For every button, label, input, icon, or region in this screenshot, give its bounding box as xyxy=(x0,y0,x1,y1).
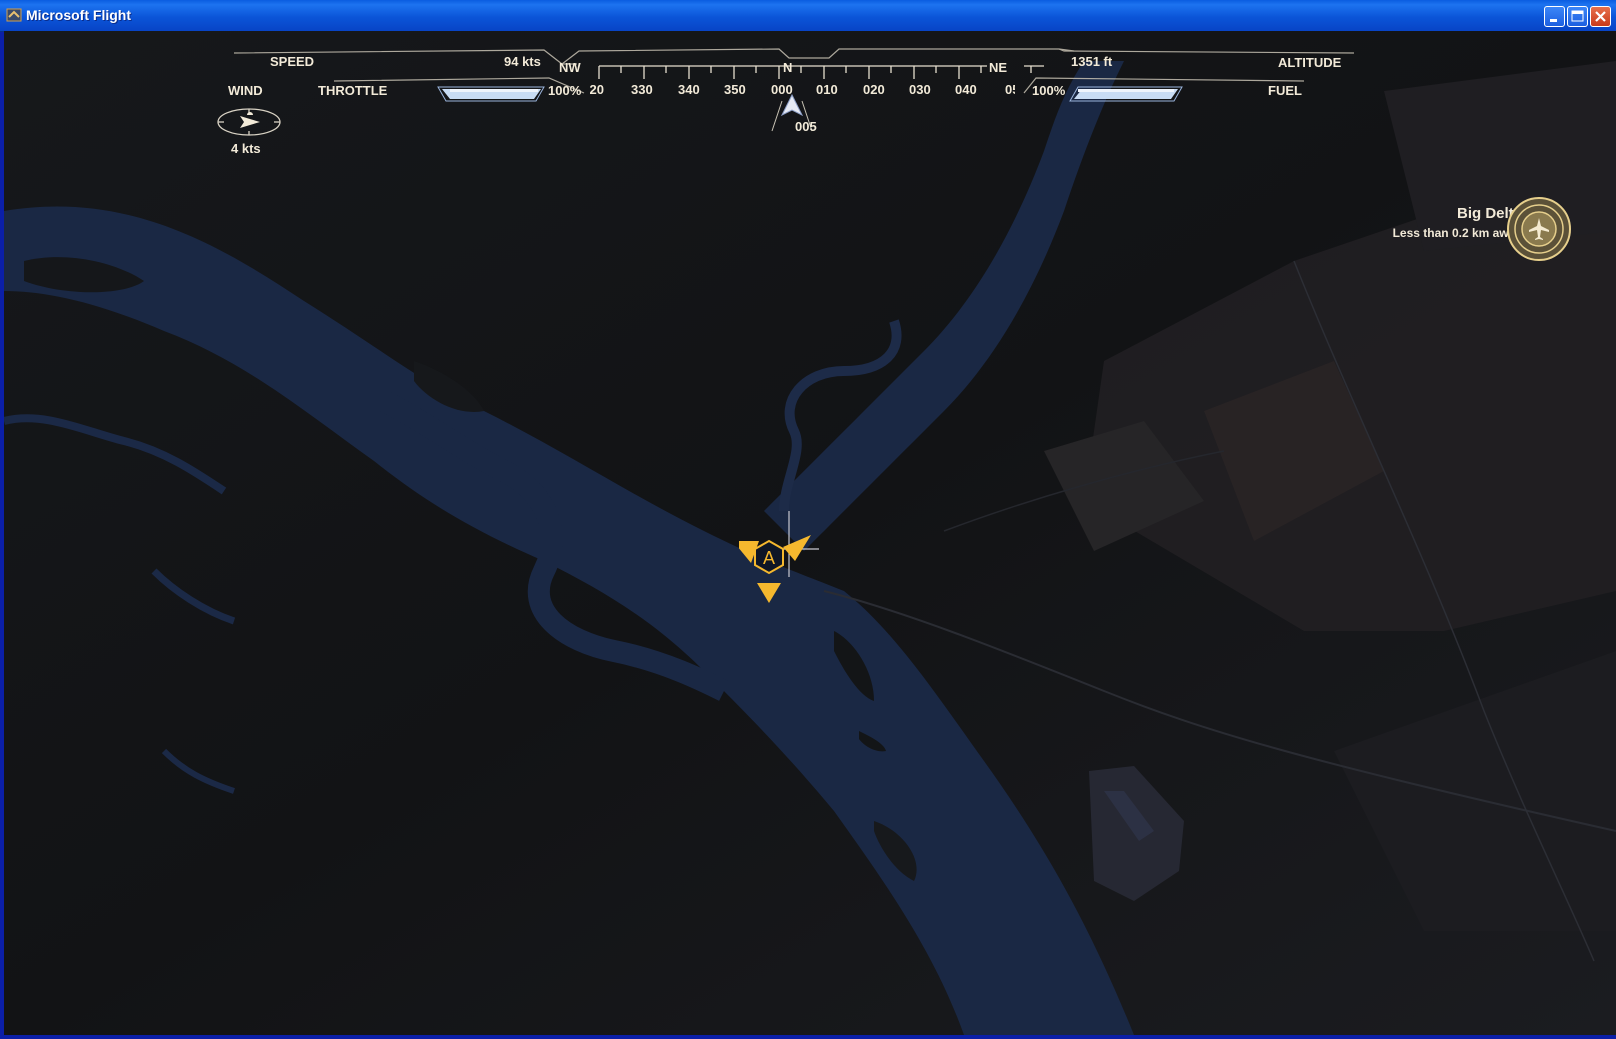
compass-tick-350: 350 xyxy=(724,82,746,97)
title-bar[interactable]: Microsoft Flight xyxy=(0,0,1616,32)
throttle-value: 100% xyxy=(548,83,582,98)
heading-value: 005 xyxy=(795,119,817,134)
map-viewport[interactable]: SPEED 94 kts WIND THROTTLE 100% NW N NE … xyxy=(4,31,1616,1035)
compass-tick-040: 040 xyxy=(955,82,977,97)
altitude-value: 1351 ft xyxy=(1071,54,1113,69)
compass-tick-010: 010 xyxy=(816,82,838,97)
aircraft-position-icon[interactable]: A xyxy=(739,511,849,621)
wind-label: WIND xyxy=(228,83,263,98)
throttle-label: THROTTLE xyxy=(318,83,388,98)
wind-value: 4 kts xyxy=(231,141,261,156)
destination-distance: Less than 0.2 km away xyxy=(1392,226,1522,240)
compass-tick-320: 320 xyxy=(590,82,604,97)
minimize-icon xyxy=(1550,19,1557,22)
airport-icon[interactable] xyxy=(1506,196,1572,262)
compass-tick-050: 050 xyxy=(1005,82,1015,97)
throttle-bar xyxy=(437,86,545,102)
altitude-label: ALTITUDE xyxy=(1278,55,1342,70)
minimize-button[interactable] xyxy=(1544,6,1565,27)
fuel-label: FUEL xyxy=(1268,83,1302,98)
compass-nw: NW xyxy=(559,60,581,75)
aircraft-marker-letter: A xyxy=(763,548,775,568)
window-title: Microsoft Flight xyxy=(26,7,131,23)
fuel-value: 100% xyxy=(1032,83,1066,98)
app-window: Microsoft Flight SPEED 94 kts WIND THROT… xyxy=(0,0,1616,1039)
maximize-icon xyxy=(1571,10,1584,22)
wind-compass-icon xyxy=(217,108,281,136)
close-button[interactable] xyxy=(1590,6,1611,27)
compass-n: N xyxy=(783,60,793,75)
destination-panel[interactable]: Big Delta Less than 0.2 km away xyxy=(1393,205,1522,240)
speed-label: SPEED xyxy=(270,54,315,69)
maximize-button[interactable] xyxy=(1567,6,1588,27)
close-icon xyxy=(1595,11,1606,22)
compass-tick-000: 000 xyxy=(771,82,793,97)
compass-tick-330: 330 xyxy=(631,82,653,97)
destination-name: Big Delta xyxy=(1456,205,1522,222)
compass-ne: NE xyxy=(989,60,1008,75)
speed-value: 94 kts xyxy=(504,54,541,69)
app-icon xyxy=(6,8,22,22)
compass-tick-020: 020 xyxy=(863,82,885,97)
compass-tick-030: 030 xyxy=(909,82,931,97)
compass-tick-340: 340 xyxy=(678,82,700,97)
fuel-bar xyxy=(1069,86,1183,102)
